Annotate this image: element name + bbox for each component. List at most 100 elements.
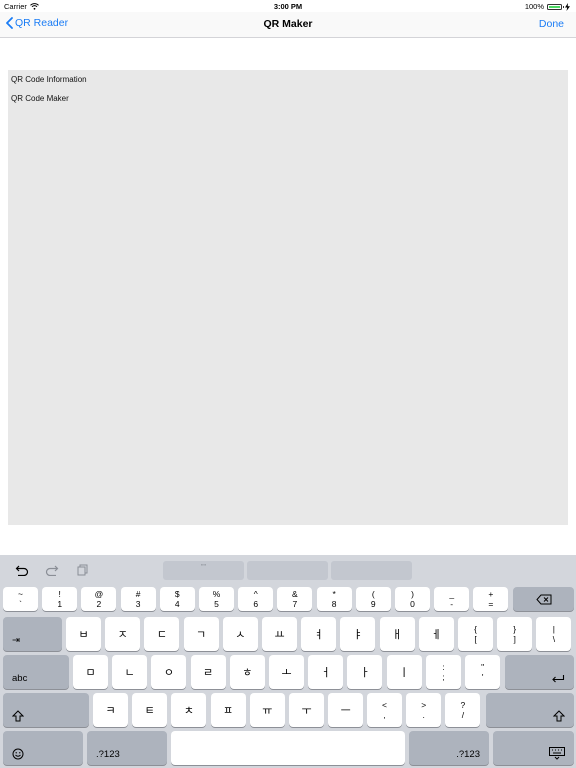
- numbers-key-right[interactable]: .?123: [409, 731, 489, 765]
- key-lower-glyph: 1: [57, 599, 63, 609]
- key-row1-7[interactable]: ㅑ: [340, 617, 376, 651]
- key-row2-symbol-1[interactable]: " ': [465, 655, 501, 689]
- key-row1-6[interactable]: ㅕ: [301, 617, 337, 651]
- key-row2-2[interactable]: ㅇ: [151, 655, 187, 689]
- tab-key[interactable]: ⇥: [3, 617, 62, 651]
- key-row3-1[interactable]: ㅌ: [132, 693, 168, 727]
- key-row1-symbol-0[interactable]: {[: [458, 617, 493, 651]
- suggestion-left[interactable]: "": [163, 561, 244, 580]
- shift-key-right[interactable]: [486, 693, 574, 727]
- key-row3-2[interactable]: ㅊ: [171, 693, 207, 727]
- key-row1-3[interactable]: ㄱ: [183, 617, 219, 651]
- key-label: ㅜ: [301, 705, 312, 717]
- key-number-1[interactable]: ! 1: [42, 587, 78, 611]
- menu-item-qr-code-information[interactable]: QR Code Information: [11, 75, 87, 84]
- key-row3-3[interactable]: ㅍ: [210, 693, 246, 727]
- key-upper-glyph: :: [442, 662, 445, 672]
- key-lower-glyph: ,: [383, 710, 386, 720]
- key-label: ㅋ: [105, 705, 116, 717]
- key-label: ㅛ: [274, 629, 285, 641]
- key-number-9[interactable]: (9: [355, 587, 391, 611]
- key-number-0[interactable]: ~ `: [3, 587, 38, 611]
- key-row2-4[interactable]: ㅎ: [229, 655, 265, 689]
- key-row3-4[interactable]: ㅠ: [249, 693, 285, 727]
- key-row1-2[interactable]: ㄷ: [144, 617, 180, 651]
- key-lower-glyph: ;: [442, 672, 445, 682]
- undo-icon[interactable]: [14, 562, 30, 578]
- numbers-key-left[interactable]: .?123: [87, 731, 167, 765]
- key-number-2[interactable]: @2: [81, 587, 117, 611]
- key-row3-symbol-1[interactable]: >.: [406, 693, 442, 727]
- status-right: 100%: [525, 2, 570, 11]
- key-lower-glyph: ': [481, 672, 484, 682]
- key-number-10[interactable]: ) 0: [395, 587, 430, 611]
- key-row3-0[interactable]: ㅋ: [93, 693, 128, 727]
- dismiss-keyboard-key[interactable]: [493, 731, 574, 765]
- key-label: ㅐ: [392, 629, 403, 641]
- key-lower-glyph: `: [19, 599, 22, 609]
- key-number-12[interactable]: + =: [473, 587, 509, 611]
- key-row2-3[interactable]: ㄹ: [190, 655, 226, 689]
- key-row2-symbol-0[interactable]: :;: [426, 655, 461, 689]
- key-lower-glyph: 0: [410, 599, 415, 609]
- key-lower-glyph: .: [422, 710, 425, 720]
- key-row1-5[interactable]: ㅛ: [262, 617, 297, 651]
- status-bar: Carrier 3:00 PM 100%: [0, 0, 576, 12]
- key-lower-glyph: 8: [331, 599, 337, 609]
- key-lower-glyph: 4: [174, 599, 180, 609]
- done-button[interactable]: Done: [539, 18, 564, 30]
- emoji-key[interactable]: [3, 731, 83, 765]
- key-label: ㅎ: [242, 667, 253, 679]
- key-row2-0[interactable]: ㅁ: [73, 655, 108, 689]
- key-number-3[interactable]: #3: [120, 587, 156, 611]
- key-upper-glyph: &: [292, 589, 298, 599]
- menu-item-qr-code-maker[interactable]: QR Code Maker: [11, 94, 69, 103]
- key-number-4[interactable]: $4: [159, 587, 195, 611]
- key-label: ㄱ: [196, 629, 207, 641]
- key-label: ㅇ: [163, 667, 174, 679]
- content-panel: QR Code Information QR Code Maker: [8, 70, 568, 525]
- key-row3-6[interactable]: ㅡ: [328, 693, 364, 727]
- key-row2-6[interactable]: ㅓ: [308, 655, 344, 689]
- key-row3-5[interactable]: ㅜ: [289, 693, 324, 727]
- keyboard-toolbar: "": [0, 555, 576, 585]
- suggestion-center[interactable]: [247, 561, 328, 580]
- redo-icon[interactable]: [44, 562, 60, 578]
- key-upper-glyph: _: [449, 589, 455, 599]
- key-row1-9[interactable]: ㅔ: [418, 617, 454, 651]
- key-row2-8[interactable]: ㅣ: [386, 655, 422, 689]
- key-row2-1[interactable]: ㄴ: [112, 655, 148, 689]
- paste-icon[interactable]: [75, 562, 91, 578]
- key-row1-symbol-2[interactable]: | \: [536, 617, 572, 651]
- key-lower-glyph: \: [552, 634, 556, 644]
- abc-key[interactable]: abc: [3, 655, 69, 689]
- key-label: ㅕ: [313, 629, 324, 641]
- key-row2-7[interactable]: ㅏ: [347, 655, 383, 689]
- suggestion-right[interactable]: [331, 561, 412, 580]
- key-upper-glyph: ?: [460, 700, 466, 710]
- shift-icon: [12, 710, 24, 722]
- key-number-7[interactable]: & 7: [277, 587, 313, 611]
- key-upper-glyph: {: [474, 624, 477, 634]
- key-number-5[interactable]: % 5: [199, 587, 234, 611]
- key-number-11[interactable]: _ -: [434, 587, 470, 611]
- key-number-6[interactable]: ^ 6: [238, 587, 274, 611]
- key-row1-1[interactable]: ㅈ: [105, 617, 141, 651]
- delete-key[interactable]: [513, 587, 574, 611]
- battery-icon: [547, 3, 564, 10]
- key-row1-4[interactable]: ㅅ: [222, 617, 258, 651]
- key-number-8[interactable]: * 8: [316, 587, 352, 611]
- key-row3-symbol-2[interactable]: ? /: [445, 693, 481, 727]
- shift-key-left[interactable]: [3, 693, 89, 727]
- key-row1-8[interactable]: ㅐ: [379, 617, 415, 651]
- key-row1-0[interactable]: ㅂ: [66, 617, 101, 651]
- key-label: ㅅ: [235, 629, 246, 641]
- key-upper-glyph: +: [488, 589, 494, 599]
- key-row3-symbol-0[interactable]: <,: [367, 693, 402, 727]
- key-row1-symbol-1[interactable]: }]: [497, 617, 533, 651]
- status-time: 3:00 PM: [273, 2, 303, 11]
- key-row2-5[interactable]: ㅗ: [269, 655, 304, 689]
- return-key[interactable]: [505, 655, 574, 689]
- key-label: ㅂ: [78, 629, 89, 641]
- space-bar[interactable]: [171, 731, 405, 765]
